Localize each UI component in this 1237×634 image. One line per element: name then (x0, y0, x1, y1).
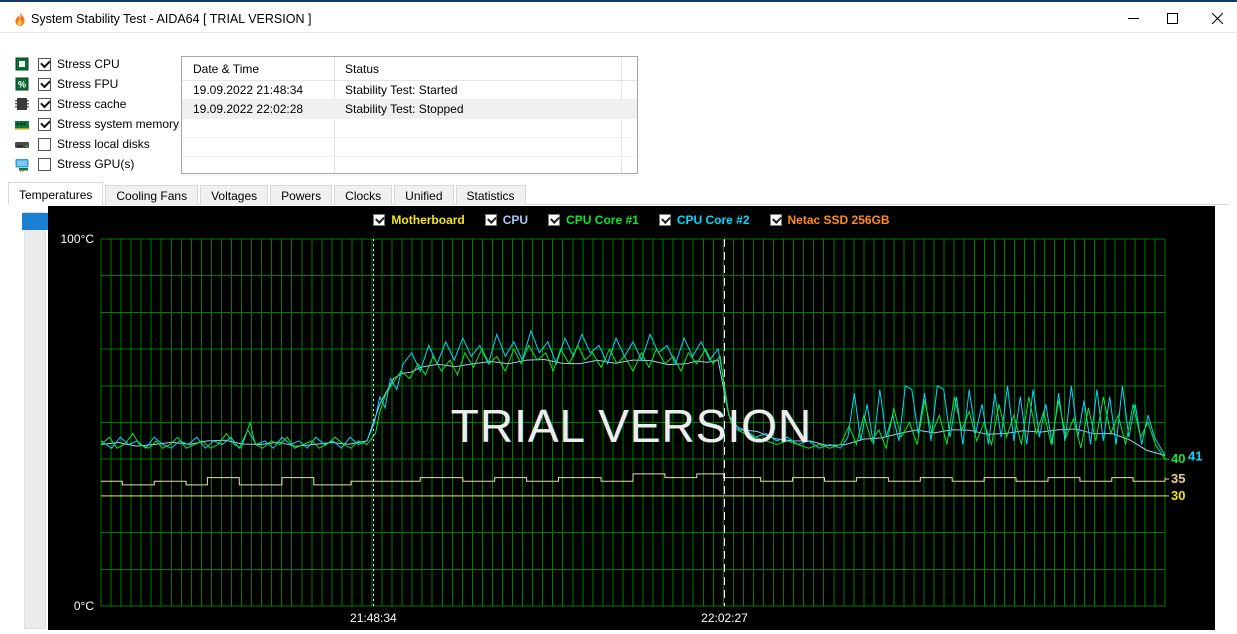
trial-watermark: TRIAL VERSION (450, 400, 813, 452)
stress-option-stress-system-memory[interactable]: Stress system memory (14, 114, 179, 134)
stress-checkbox[interactable] (38, 57, 51, 71)
fpu-icon: % (14, 76, 30, 92)
stress-option-stress-cache[interactable]: Stress cache (14, 94, 179, 114)
app-window: System Stability Test - AIDA64 [ TRIAL V… (0, 0, 1237, 634)
current-value-41: 41 (1188, 448, 1202, 463)
maximize-icon (1166, 13, 1178, 24)
title-bar[interactable]: System Stability Test - AIDA64 [ TRIAL V… (0, 4, 1237, 33)
stress-checkbox[interactable] (38, 157, 51, 171)
minimize-icon (1127, 18, 1139, 19)
gpu-icon (14, 156, 30, 172)
svg-text:100°C: 100°C (61, 232, 95, 246)
chart-scale-slider[interactable] (22, 213, 48, 230)
tab-voltages[interactable]: Voltages (200, 185, 269, 205)
table-row[interactable]: 19.09.2022 21:48:34 Stability Test: Start… (182, 81, 637, 100)
tab-clocks[interactable]: Clocks (334, 185, 393, 205)
stress-checkbox[interactable] (38, 137, 51, 151)
stress-option-stress-fpu[interactable]: % Stress FPU (14, 74, 179, 94)
current-value-40: 40 (1171, 451, 1185, 466)
minimize-button[interactable] (1116, 4, 1150, 33)
legend-checkbox[interactable] (769, 214, 782, 226)
table-row-empty (182, 119, 637, 138)
legend-checkbox[interactable] (658, 214, 671, 226)
disk-icon (14, 136, 30, 152)
flame-app-icon (15, 12, 25, 26)
legend-checkbox[interactable] (548, 214, 561, 226)
tab-statistics[interactable]: Statistics (455, 185, 526, 205)
table-header: Date & Time Status (182, 57, 637, 81)
legend-label: Netac SSD 256GB (787, 213, 890, 227)
table-row-empty (182, 138, 637, 157)
svg-text:21:48:34: 21:48:34 (350, 611, 397, 625)
table-row-empty (182, 157, 637, 176)
stress-checkbox[interactable] (38, 117, 51, 131)
cpu-icon (14, 56, 30, 72)
cache-icon (14, 96, 30, 112)
tab-cooling-fans[interactable]: Cooling Fans (105, 185, 199, 205)
svg-text:%: % (18, 80, 26, 90)
column-header-status[interactable]: Status (345, 62, 379, 76)
memory-icon (14, 116, 30, 132)
stress-option-label: Stress cache (57, 97, 127, 111)
legend-item-cpu-core-2[interactable]: CPU Core #2 (658, 213, 750, 227)
log-status: Stability Test: Started (345, 83, 458, 97)
legend-label: CPU (502, 213, 529, 227)
tab-strip: Temperatures Cooling Fans Voltages Powers Cl… (8, 182, 1229, 205)
svg-text:0°C: 0°C (74, 599, 94, 613)
legend-label: CPU Core #1 (566, 213, 639, 227)
stress-option-label: Stress GPU(s) (57, 157, 135, 171)
stress-option-label: Stress local disks (57, 137, 150, 151)
temperature-chart-panel: Motherboard CPU CPU Core #1 CPU Core #2 Neta… (48, 206, 1215, 630)
close-button[interactable] (1200, 4, 1234, 33)
current-value-35: 35 (1171, 471, 1185, 486)
legend-label: Motherboard (391, 213, 465, 227)
tab-unified[interactable]: Unified (394, 185, 454, 205)
legend-checkbox[interactable] (373, 214, 386, 226)
window-title: System Stability Test - AIDA64 [ TRIAL V… (31, 12, 312, 26)
maximize-button[interactable] (1155, 4, 1189, 33)
close-icon (1211, 13, 1223, 24)
stress-checkbox[interactable] (38, 97, 51, 111)
legend-item-cpu[interactable]: CPU (484, 213, 529, 227)
legend-item-netac-ssd-256gb[interactable]: Netac SSD 256GB (769, 213, 890, 227)
chart-legend: Motherboard CPU CPU Core #1 CPU Core #2 Neta… (48, 213, 1215, 227)
tab-temperatures[interactable]: Temperatures (8, 182, 104, 205)
log-datetime: 19.09.2022 22:02:28 (193, 102, 304, 116)
legend-item-cpu-core-1[interactable]: CPU Core #1 (548, 213, 639, 227)
log-status: Stability Test: Stopped (345, 102, 464, 116)
stress-options-list: Stress CPU% Stress FPU Stress cache Stress … (14, 54, 179, 174)
chart-scale-track[interactable] (24, 212, 46, 629)
table-row[interactable]: 19.09.2022 22:02:28 Stability Test: Stopp… (182, 100, 637, 119)
column-header-datetime[interactable]: Date & Time (193, 62, 259, 76)
stress-option-label: Stress FPU (57, 77, 119, 91)
stress-option-stress-cpu[interactable]: Stress CPU (14, 54, 179, 74)
tab-powers[interactable]: Powers (270, 185, 333, 205)
stress-option-stress-local-disks[interactable]: Stress local disks (14, 134, 179, 154)
event-log-table[interactable]: Date & Time Status 19.09.2022 21:48:34 St… (181, 56, 638, 176)
legend-checkbox[interactable] (484, 214, 497, 226)
current-value-30: 30 (1171, 488, 1185, 503)
legend-label: CPU Core #2 (676, 213, 750, 227)
stress-checkbox[interactable] (38, 77, 51, 91)
stress-option-stress-gpu-s-[interactable]: Stress GPU(s) (14, 154, 179, 174)
svg-text:22:02:27: 22:02:27 (701, 611, 748, 625)
stress-option-label: Stress CPU (57, 57, 120, 71)
stress-option-label: Stress system memory (57, 117, 180, 131)
legend-item-motherboard[interactable]: Motherboard (373, 213, 465, 227)
log-datetime: 19.09.2022 21:48:34 (193, 83, 304, 97)
